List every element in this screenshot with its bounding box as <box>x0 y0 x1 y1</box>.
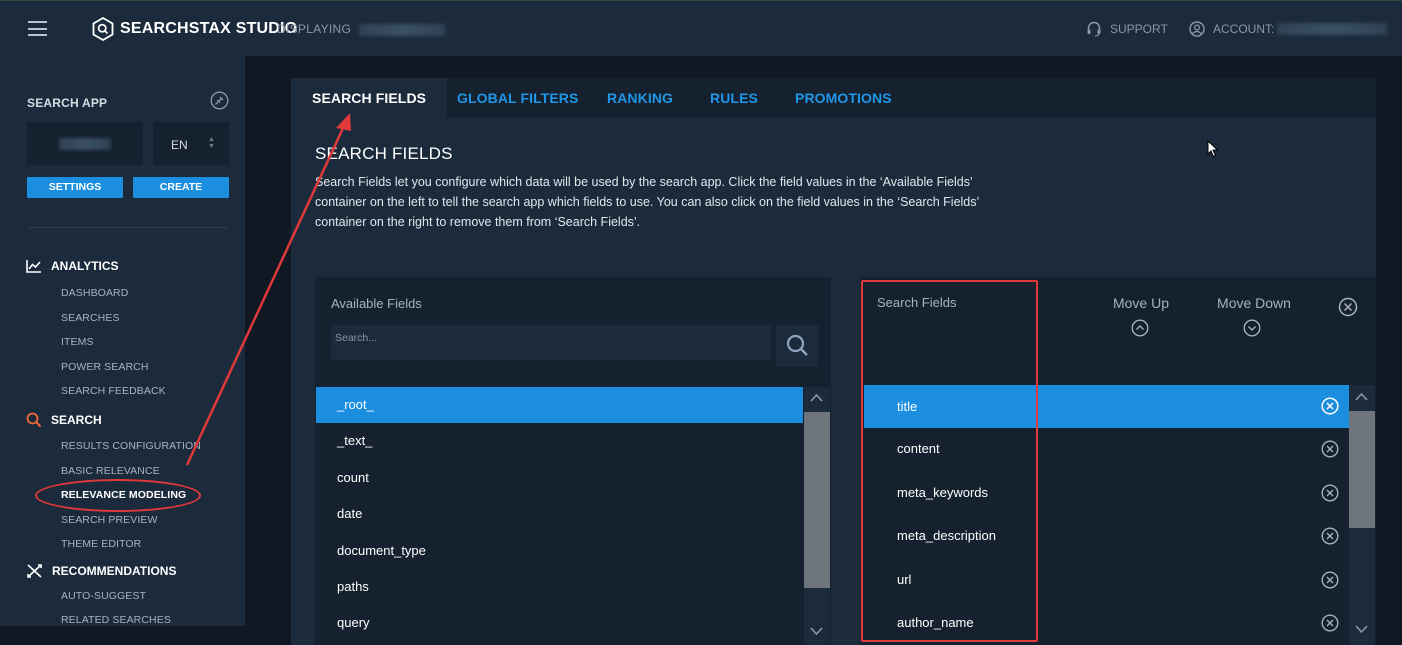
section-recommendations[interactable]: RECOMMENDATIONS <box>26 563 176 579</box>
tab-promotions[interactable]: PROMOTIONS <box>795 78 892 118</box>
create-button[interactable]: CREATE <box>133 177 229 198</box>
search-icon <box>786 334 808 356</box>
search-icon <box>26 412 42 428</box>
remove-field-icon[interactable] <box>1321 614 1339 632</box>
mouse-cursor-icon <box>1207 140 1219 158</box>
search-field-item[interactable]: title <box>864 385 1349 428</box>
sidebar-item-basic-relevance[interactable]: BASIC RELEVANCE <box>61 465 160 477</box>
remove-field-icon[interactable] <box>1321 571 1339 589</box>
tab-global-filters[interactable]: GLOBAL FILTERS <box>457 78 578 118</box>
search-field-item[interactable]: url <box>864 562 1349 598</box>
available-field-item[interactable]: query <box>316 605 803 641</box>
search-fields-scroll-thumb[interactable] <box>1349 411 1375 528</box>
search-button[interactable] <box>776 325 818 367</box>
sidebar-item-power-search[interactable]: POWER SEARCH <box>61 361 149 373</box>
move-up-button[interactable] <box>1131 319 1149 337</box>
available-field-item[interactable]: date <box>316 496 803 532</box>
available-fields-scroll-thumb[interactable] <box>804 412 830 588</box>
available-field-item[interactable]: _text_ <box>316 423 803 459</box>
divider <box>27 227 229 228</box>
scroll-up-icon[interactable] <box>810 393 823 402</box>
support-link[interactable]: SUPPORT <box>1086 21 1168 37</box>
remove-field-icon[interactable] <box>1321 484 1339 502</box>
top-bar: SEARCHSTAX STUDIO DISPLAYING SUPPORT ACC… <box>0 0 1402 56</box>
remove-field-icon[interactable] <box>1321 440 1339 458</box>
scroll-down-icon[interactable] <box>1355 625 1368 634</box>
search-app-heading: SEARCH APP <box>27 96 108 110</box>
brand-logo[interactable]: SEARCHSTAX STUDIO <box>92 17 297 41</box>
brand-name: SEARCHSTAX STUDIO <box>120 20 298 37</box>
sidebar-item-search-preview[interactable]: SEARCH PREVIEW <box>61 514 158 526</box>
available-fields-title: Available Fields <box>331 296 422 311</box>
search-field-item[interactable]: author_name <box>864 605 1349 641</box>
hexagon-logo-icon <box>92 17 114 41</box>
search-field-item[interactable]: meta_description <box>864 518 1349 554</box>
scroll-down-icon[interactable] <box>810 627 823 636</box>
sidebar-item-results-configuration[interactable]: RESULTS CONFIGURATION <box>61 440 201 452</box>
redacted-account-name <box>1277 23 1388 35</box>
recommendations-icon <box>27 564 42 578</box>
tab-ranking[interactable]: RANKING <box>607 78 673 118</box>
search-app-select[interactable] <box>27 122 143 165</box>
settings-button[interactable]: SETTINGS <box>27 177 123 198</box>
user-icon <box>1189 21 1205 37</box>
sidebar-item-items[interactable]: ITEMS <box>61 336 94 348</box>
section-search[interactable]: SEARCH <box>26 412 102 428</box>
available-fields-search-input[interactable]: Search... <box>331 325 771 360</box>
tab-search-fields[interactable]: SEARCH FIELDS <box>291 78 448 118</box>
menu-icon[interactable] <box>28 21 47 36</box>
sidebar: SEARCH APP EN ▲ ▼ SETTINGS CREATE ANALYTI… <box>0 56 245 626</box>
headset-icon <box>1087 21 1101 37</box>
language-value: EN <box>171 138 188 152</box>
scroll-up-icon[interactable] <box>1355 392 1368 401</box>
remove-field-icon[interactable] <box>1321 397 1339 415</box>
sidebar-item-dashboard[interactable]: DASHBOARD <box>61 287 128 299</box>
sort-caret-icon: ▲ ▼ <box>208 136 215 150</box>
page-description: Search Fields let you configure which da… <box>315 175 979 229</box>
sidebar-item-auto-suggest[interactable]: AUTO-SUGGEST <box>61 590 146 602</box>
redacted-app-selection <box>59 138 111 150</box>
clear-all-button[interactable] <box>1338 297 1358 317</box>
account-menu[interactable]: ACCOUNT: <box>1189 21 1388 37</box>
move-down-label: Move Down <box>1217 295 1291 311</box>
sidebar-item-relevance-modeling[interactable]: RELEVANCE MODELING <box>61 489 186 501</box>
available-field-item[interactable]: document_type <box>316 533 803 569</box>
language-select[interactable]: EN ▲ ▼ <box>153 122 229 165</box>
search-field-item[interactable]: content <box>864 431 1349 467</box>
available-field-item[interactable]: _root_ <box>316 387 803 423</box>
search-field-item[interactable]: meta_keywords <box>864 475 1349 511</box>
pin-icon[interactable] <box>210 91 229 110</box>
page-title: SEARCH FIELDS <box>315 144 453 163</box>
sidebar-item-searches[interactable]: SEARCHES <box>61 312 120 324</box>
tab-rules[interactable]: RULES <box>710 78 758 118</box>
available-field-item[interactable]: count <box>316 460 803 496</box>
remove-field-icon[interactable] <box>1321 527 1339 545</box>
move-down-button[interactable] <box>1243 319 1261 337</box>
displaying-label: DISPLAYING <box>277 22 445 36</box>
move-up-label: Move Up <box>1112 295 1170 311</box>
chart-line-icon <box>26 260 41 273</box>
available-field-item[interactable]: paths <box>316 569 803 605</box>
redacted-app-name <box>358 23 445 36</box>
section-analytics[interactable]: ANALYTICS <box>26 259 119 273</box>
sidebar-item-search-feedback[interactable]: SEARCH FEEDBACK <box>61 385 166 397</box>
sidebar-item-related-searches[interactable]: RELATED SEARCHES <box>61 614 171 626</box>
search-fields-title: Search Fields <box>877 295 957 310</box>
sidebar-item-theme-editor[interactable]: THEME EDITOR <box>61 538 141 550</box>
